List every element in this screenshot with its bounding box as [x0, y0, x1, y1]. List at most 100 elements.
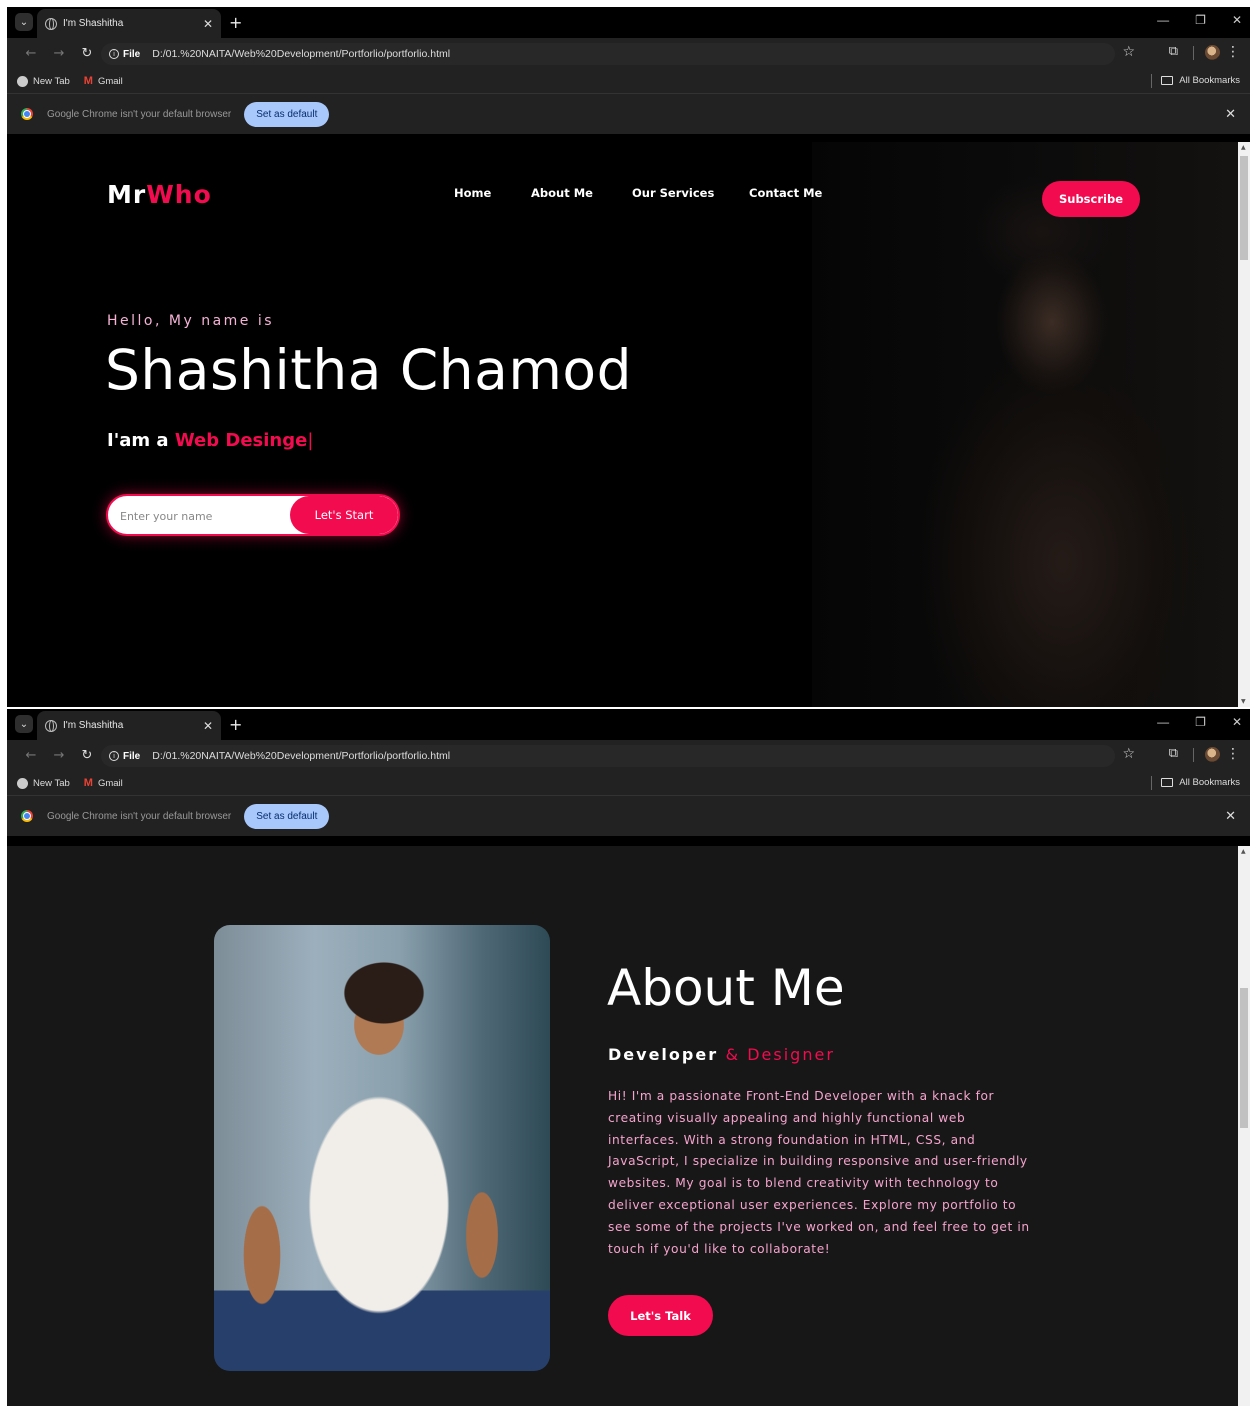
- scroll-down-icon[interactable]: ▼: [1241, 698, 1246, 705]
- info-icon[interactable]: i: [109, 751, 119, 761]
- bookmark-label: New Tab: [33, 75, 70, 87]
- subtitle-main: Developer: [608, 1045, 719, 1064]
- tab-close-icon[interactable]: ✕: [203, 719, 213, 733]
- close-window-icon[interactable]: ✕: [1232, 715, 1242, 729]
- set-default-button[interactable]: Set as default: [244, 101, 330, 127]
- site-logo[interactable]: MrWho: [107, 180, 212, 209]
- subscribe-button[interactable]: Subscribe: [1042, 181, 1140, 217]
- tab-search-button[interactable]: ⌄: [15, 715, 33, 733]
- tab-title: I'm Shashitha: [63, 720, 124, 731]
- folder-icon: [1161, 76, 1174, 85]
- tab-close-icon[interactable]: ✕: [203, 17, 213, 31]
- url-text[interactable]: D:/01.%20NAITA/Web%20Development/Portfor…: [152, 48, 450, 60]
- bookmarks-bar: New Tab M Gmail All Bookmarks: [7, 69, 1250, 93]
- infobar-message: Google Chrome isn't your default browser: [47, 810, 232, 822]
- back-icon[interactable]: ←: [17, 46, 45, 61]
- close-window-icon[interactable]: ✕: [1232, 13, 1242, 27]
- toolbar-divider: [1193, 46, 1194, 60]
- scroll-thumb[interactable]: [1240, 988, 1248, 1128]
- nav-home[interactable]: Home: [454, 186, 491, 200]
- file-chip: File: [123, 750, 141, 762]
- scrollbar[interactable]: ▲ ▼: [1238, 142, 1250, 707]
- nav-about-me[interactable]: About Me: [531, 186, 593, 200]
- browser-window-about: ⌄ I'm Shashitha ✕ + — ❐ ✕ ← → ↻ i File D…: [7, 709, 1250, 1406]
- browser-tab[interactable]: I'm Shashitha ✕: [37, 711, 221, 740]
- all-bookmarks-label: All Bookmarks: [1179, 777, 1240, 788]
- tab-strip: ⌄ I'm Shashitha ✕ + — ❐ ✕: [7, 709, 1250, 740]
- hero-role: I'am a Web Desinge|: [107, 430, 313, 451]
- chrome-icon: [21, 810, 33, 822]
- gmail-icon: M: [83, 75, 93, 87]
- forward-icon[interactable]: →: [45, 748, 73, 763]
- chrome-icon: [21, 108, 33, 120]
- subtitle-accent: & Designer: [725, 1045, 835, 1064]
- nav-our-services[interactable]: Our Services: [632, 186, 714, 200]
- about-photo: [214, 925, 550, 1371]
- bookmark-new-tab[interactable]: New Tab: [17, 75, 70, 87]
- hero-photo: [812, 142, 1238, 707]
- hero-name: Shashitha Chamod: [105, 338, 632, 402]
- forward-icon[interactable]: →: [45, 46, 73, 61]
- infobar-close-icon[interactable]: ✕: [1225, 808, 1236, 824]
- globe-icon: [17, 777, 28, 789]
- url-text[interactable]: D:/01.%20NAITA/Web%20Development/Portfor…: [152, 750, 450, 762]
- minimize-icon[interactable]: —: [1157, 13, 1169, 27]
- lets-talk-button[interactable]: Let's Talk: [608, 1295, 713, 1336]
- menu-kebab-icon[interactable]: ⋮: [1226, 746, 1240, 762]
- browser-window-hero: ⌄ I'm Shashitha ✕ + — ❐ ✕ ← → ↻ i File D…: [7, 7, 1250, 707]
- bookmark-star-icon[interactable]: ☆: [1122, 746, 1135, 762]
- all-bookmarks-button[interactable]: All Bookmarks: [1161, 777, 1240, 788]
- back-icon[interactable]: ←: [17, 748, 45, 763]
- bookmark-label: Gmail: [97, 75, 123, 87]
- window-controls: — ❐ ✕: [1157, 715, 1242, 729]
- bookmarks-bar: New Tab M Gmail All Bookmarks: [7, 771, 1250, 795]
- tab-strip: ⌄ I'm Shashitha ✕ + — ❐ ✕: [7, 7, 1250, 38]
- browser-toolbar: ← → ↻ i File D:/01.%20NAITA/Web%20Develo…: [7, 38, 1250, 69]
- role-prefix: I'am a: [107, 430, 169, 451]
- reload-icon[interactable]: ↻: [73, 46, 101, 61]
- start-form: Let's Start: [106, 494, 400, 536]
- bookmark-gmail[interactable]: M Gmail: [84, 777, 123, 789]
- minimize-icon[interactable]: —: [1157, 715, 1169, 729]
- extensions-icon[interactable]: ⧉: [1169, 746, 1178, 761]
- logo-main: Mr: [107, 180, 147, 209]
- tab-search-button[interactable]: ⌄: [15, 13, 33, 31]
- scrollbar[interactable]: ▲: [1238, 846, 1250, 1406]
- lets-start-button[interactable]: Let's Start: [290, 496, 398, 534]
- logo-accent: Who: [146, 180, 212, 209]
- role-typed: Web Desinge: [174, 430, 308, 451]
- about-title: About Me: [607, 959, 845, 1017]
- new-tab-button[interactable]: +: [229, 13, 242, 32]
- about-subtitle: Developer & Designer: [608, 1045, 835, 1064]
- page-about: About Me Developer & Designer Hi! I'm a …: [7, 846, 1250, 1406]
- restore-icon[interactable]: ❐: [1195, 715, 1206, 729]
- reload-icon[interactable]: ↻: [73, 748, 101, 763]
- window-controls: — ❐ ✕: [1157, 13, 1242, 27]
- toolbar-divider: [1193, 748, 1194, 762]
- browser-toolbar: ← → ↻ i File D:/01.%20NAITA/Web%20Develo…: [7, 740, 1250, 771]
- scroll-up-icon[interactable]: ▲: [1241, 144, 1246, 151]
- scroll-thumb[interactable]: [1240, 156, 1248, 260]
- bookmark-star-icon[interactable]: ☆: [1122, 44, 1135, 60]
- bookmark-new-tab[interactable]: New Tab: [17, 777, 70, 789]
- scroll-up-icon[interactable]: ▲: [1241, 848, 1246, 855]
- profile-avatar[interactable]: [1205, 45, 1220, 60]
- restore-icon[interactable]: ❐: [1195, 13, 1206, 27]
- name-input[interactable]: [120, 505, 280, 527]
- info-icon[interactable]: i: [109, 49, 119, 59]
- page-hero: MrWho Home About Me Our Services Contact…: [7, 142, 1250, 707]
- browser-tab[interactable]: I'm Shashitha ✕: [37, 9, 221, 38]
- address-bar[interactable]: i File D:/01.%20NAITA/Web%20Development/…: [101, 43, 1115, 65]
- address-bar[interactable]: i File D:/01.%20NAITA/Web%20Development/…: [101, 745, 1115, 767]
- all-bookmarks-button[interactable]: All Bookmarks: [1161, 75, 1240, 86]
- gmail-icon: M: [83, 777, 93, 789]
- nav-contact-me[interactable]: Contact Me: [749, 186, 822, 200]
- infobar-close-icon[interactable]: ✕: [1225, 106, 1236, 122]
- set-default-button[interactable]: Set as default: [244, 803, 330, 829]
- extensions-icon[interactable]: ⧉: [1169, 44, 1178, 59]
- new-tab-button[interactable]: +: [229, 715, 242, 734]
- bookmark-gmail[interactable]: M Gmail: [84, 75, 123, 87]
- menu-kebab-icon[interactable]: ⋮: [1226, 44, 1240, 60]
- profile-avatar[interactable]: [1205, 747, 1220, 762]
- folder-icon: [1161, 778, 1174, 787]
